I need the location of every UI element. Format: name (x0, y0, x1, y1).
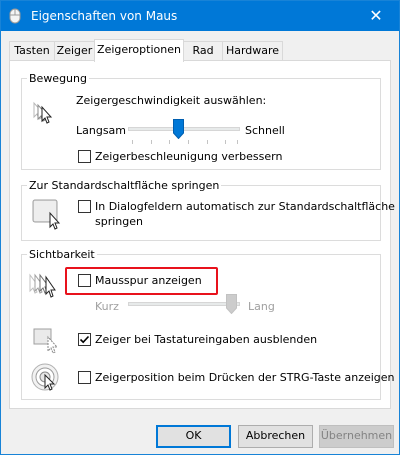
trail-short-label: Kurz (95, 300, 119, 313)
snap-to-button-icon (32, 199, 61, 230)
mouse-icon (9, 8, 21, 24)
speed-tick (207, 140, 208, 144)
speed-tick (132, 140, 133, 144)
motion-group: Bewegung Zeigergeschwindigkeit auswählen… (21, 72, 381, 170)
tab-hardware[interactable]: Hardware (222, 41, 283, 61)
speed-slow-label: Langsam (76, 124, 127, 137)
title-bar: Eigenschaften von Maus ✕ (1, 1, 399, 31)
speed-fast-label: Schnell (245, 124, 285, 137)
pointer-trails-label[interactable]: Mausspur anzeigen (95, 274, 202, 287)
trail-long-label: Lang (248, 300, 275, 313)
tab-tasten[interactable]: Tasten (9, 41, 55, 61)
motion-group-label: Bewegung (27, 72, 89, 85)
hide-pointer-label[interactable]: Zeiger bei Tastatureingaben ausblenden (95, 333, 317, 346)
tab-zeigeroptionen[interactable]: Zeigeroptionen (94, 39, 184, 62)
tab-zeiger[interactable]: Zeiger (54, 41, 95, 61)
speed-tick (169, 140, 170, 144)
speed-label: Zeigergeschwindigkeit auswählen: (76, 94, 267, 107)
speed-tick (151, 140, 152, 144)
close-button[interactable]: ✕ (353, 1, 399, 31)
show-location-checkbox[interactable] (78, 371, 91, 384)
speed-tick (237, 140, 238, 144)
ok-button[interactable]: OK (156, 425, 231, 448)
show-location-icon (31, 363, 59, 391)
visibility-group-label: Sichtbarkeit (27, 248, 97, 261)
snap-to-label-line1[interactable]: In Dialogfeldern automatisch zur Standar… (95, 200, 395, 213)
speed-slider-track[interactable] (128, 127, 240, 131)
speed-tick (225, 140, 226, 144)
hide-pointer-checkbox[interactable] (78, 333, 91, 346)
cancel-button[interactable]: Abbrechen (238, 425, 313, 448)
visibility-group: Sichtbarkeit Mausspur anzeigen Kurz Lang (21, 248, 395, 400)
snap-to-label-line2[interactable]: springen (95, 215, 143, 228)
snap-to-group: Zur Standardschaltfläche springen In Dia… (21, 179, 395, 241)
pointer-precision-label[interactable]: Zeigerbeschleunigung verbessern (95, 150, 282, 163)
trail-length-slider-track (128, 302, 240, 306)
snap-group-label: Zur Standardschaltfläche springen (27, 179, 222, 192)
pointer-speed-icon (33, 101, 53, 124)
speed-tick (188, 140, 189, 144)
speed-slider-thumb[interactable] (173, 119, 184, 139)
apply-button[interactable]: Übernehmen (319, 425, 394, 448)
mouse-properties-dialog: Eigenschaften von Maus ✕ Tasten Zeiger Z… (0, 0, 400, 455)
window-title: Eigenschaften von Maus (31, 9, 178, 23)
trail-length-slider-thumb (226, 294, 237, 314)
pointer-precision-checkbox[interactable] (78, 150, 91, 163)
show-location-label[interactable]: Zeigerposition beim Drücken der STRG-Tas… (95, 371, 395, 384)
pointer-trails-checkbox[interactable] (78, 274, 91, 287)
tab-rad[interactable]: Rad (183, 41, 223, 61)
checkmark-icon (79, 335, 90, 344)
tab-panel: Bewegung Zeigergeschwindigkeit auswählen… (9, 60, 395, 409)
snap-to-checkbox[interactable] (78, 200, 91, 213)
pointer-trails-icon (29, 273, 56, 298)
hide-pointer-icon (33, 328, 59, 354)
